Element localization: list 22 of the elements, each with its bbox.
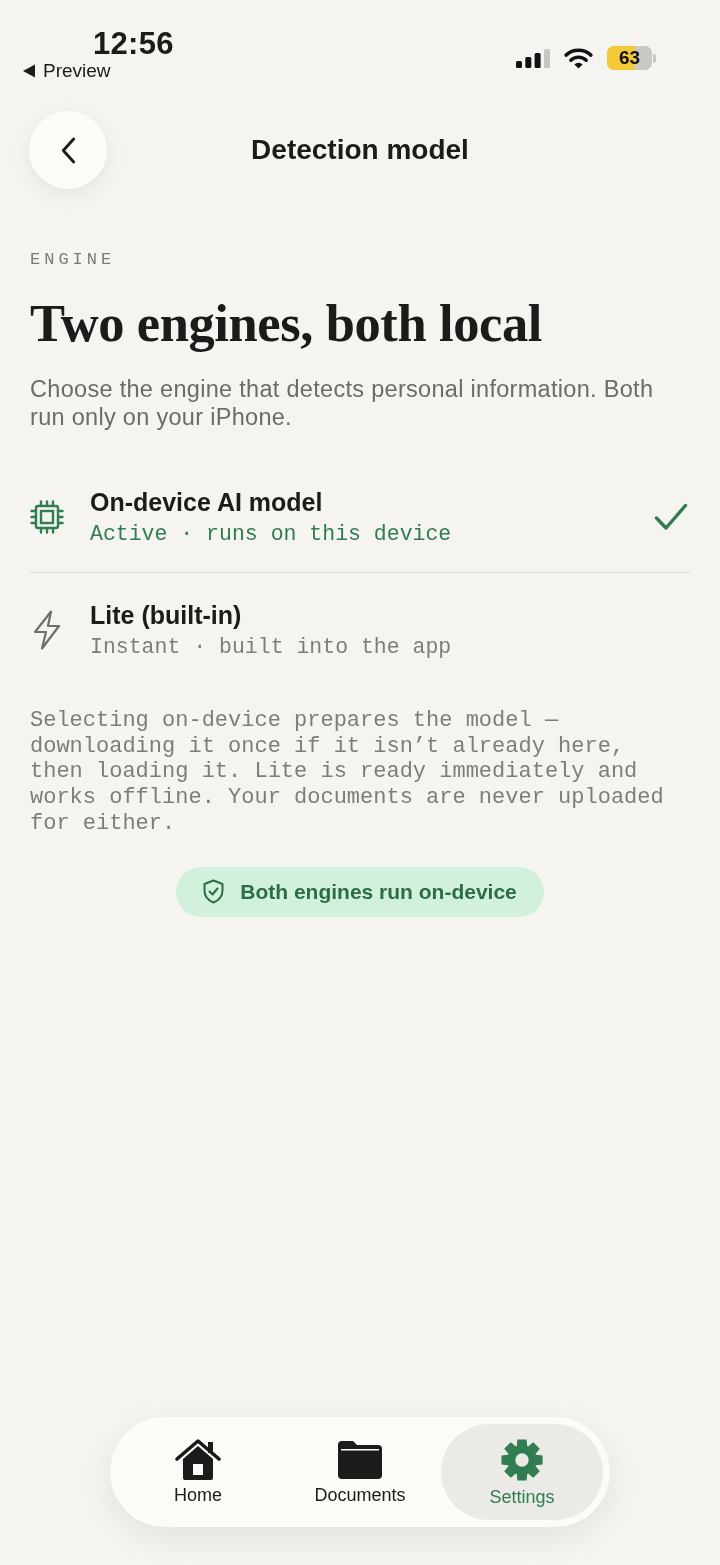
engine-title[interactable]: Lite (built-in) [90,599,242,631]
shield-check-icon [203,879,225,904]
signal-icon [516,48,550,68]
tab-bar-item[interactable]: Documents [279,1424,441,1520]
badge-label: Both engines run on-device [240,878,517,905]
settings-icon [499,1437,545,1483]
home-icon [174,1437,222,1481]
engine-status: Active · runs on this device [90,521,452,548]
section-label: ENGINE [30,250,116,270]
back-triangle-icon [22,64,36,78]
status-time: 12:56 [93,28,174,60]
engine-title[interactable]: On-device AI model [90,486,323,518]
tab-bar-item[interactable]: Home [117,1424,279,1520]
screen-title: Detection model [250,133,470,167]
engine-status: Instant · built into the app [90,634,452,661]
back-to-app-link[interactable]: Preview [22,60,111,82]
engine-note: Selecting on-device prepares the model — downloading it once if it isn’t already here, then loading it. Lite is ready immediately and works offline. Your documents are never uploaded for either. [30,708,665,837]
back-icon [60,136,76,164]
wifi-icon [563,47,594,69]
tab-bar-item[interactable]: Settings [441,1424,603,1520]
section-description: Choose the engine that detects personal information. Both run only on your iPhone. [30,375,655,431]
section-heading: Two engines, both local [30,293,542,353]
